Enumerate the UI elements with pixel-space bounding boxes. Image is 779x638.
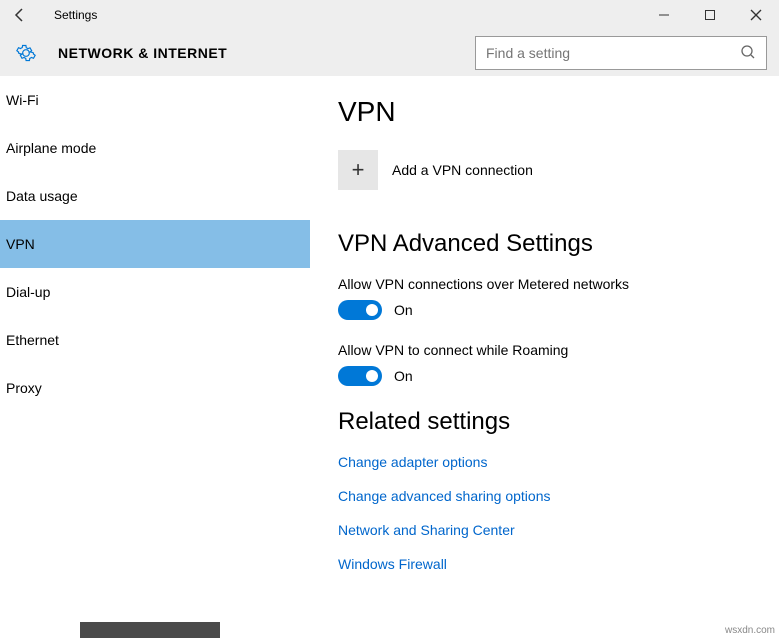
- sidebar-item-proxy[interactable]: Proxy: [0, 364, 310, 412]
- search-box[interactable]: [475, 36, 767, 70]
- back-button[interactable]: [0, 0, 40, 30]
- content: Wi-Fi Airplane mode Data usage VPN Dial-…: [0, 76, 779, 638]
- minimize-button[interactable]: [641, 0, 687, 30]
- metered-toggle-state: On: [394, 302, 413, 318]
- sidebar-item-label: Proxy: [6, 380, 42, 396]
- window-title: Settings: [54, 8, 97, 22]
- link-network-center[interactable]: Network and Sharing Center: [338, 522, 779, 538]
- arrow-left-icon: [12, 7, 28, 23]
- page-category-title: NETWORK & INTERNET: [58, 45, 227, 61]
- gear-icon: [16, 43, 36, 63]
- taskbar-fragment: [80, 622, 220, 638]
- page-title: VPN: [338, 96, 779, 128]
- close-icon: [750, 9, 762, 21]
- sidebar: Wi-Fi Airplane mode Data usage VPN Dial-…: [0, 76, 310, 638]
- roaming-toggle-state: On: [394, 368, 413, 384]
- sidebar-item-label: Airplane mode: [6, 140, 96, 156]
- add-vpn-label: Add a VPN connection: [392, 162, 533, 178]
- titlebar: Settings: [0, 0, 779, 30]
- header: NETWORK & INTERNET: [0, 30, 779, 76]
- sidebar-item-label: VPN: [6, 236, 35, 252]
- settings-gear-icon[interactable]: [14, 41, 38, 65]
- sidebar-item-data-usage[interactable]: Data usage: [0, 172, 310, 220]
- watermark: wsxdn.com: [725, 625, 775, 636]
- sidebar-item-label: Wi-Fi: [6, 92, 39, 108]
- add-button[interactable]: +: [338, 150, 378, 190]
- main-panel: VPN + Add a VPN connection VPN Advanced …: [310, 76, 779, 638]
- close-button[interactable]: [733, 0, 779, 30]
- sidebar-item-dialup[interactable]: Dial-up: [0, 268, 310, 316]
- sidebar-item-label: Ethernet: [6, 332, 59, 348]
- related-settings-title: Related settings: [338, 408, 779, 436]
- plus-icon: +: [352, 157, 365, 183]
- sidebar-item-label: Dial-up: [6, 284, 50, 300]
- sidebar-item-vpn[interactable]: VPN: [0, 220, 310, 268]
- sidebar-item-airplane[interactable]: Airplane mode: [0, 124, 310, 172]
- search-icon: [740, 44, 756, 63]
- minimize-icon: [658, 9, 670, 21]
- metered-toggle-row: On: [338, 300, 779, 320]
- metered-setting-label: Allow VPN connections over Metered netwo…: [338, 276, 779, 292]
- maximize-icon: [704, 9, 716, 21]
- sidebar-item-label: Data usage: [6, 188, 78, 204]
- sidebar-item-ethernet[interactable]: Ethernet: [0, 316, 310, 364]
- link-adapter-options[interactable]: Change adapter options: [338, 454, 779, 470]
- advanced-settings-title: VPN Advanced Settings: [338, 230, 779, 258]
- link-sharing-options[interactable]: Change advanced sharing options: [338, 488, 779, 504]
- roaming-toggle-row: On: [338, 366, 779, 386]
- add-vpn-row[interactable]: + Add a VPN connection: [338, 150, 779, 190]
- maximize-button[interactable]: [687, 0, 733, 30]
- roaming-setting-label: Allow VPN to connect while Roaming: [338, 342, 779, 358]
- link-firewall[interactable]: Windows Firewall: [338, 556, 779, 572]
- sidebar-item-wifi[interactable]: Wi-Fi: [0, 76, 310, 124]
- roaming-toggle[interactable]: [338, 366, 382, 386]
- search-input[interactable]: [486, 45, 740, 61]
- metered-toggle[interactable]: [338, 300, 382, 320]
